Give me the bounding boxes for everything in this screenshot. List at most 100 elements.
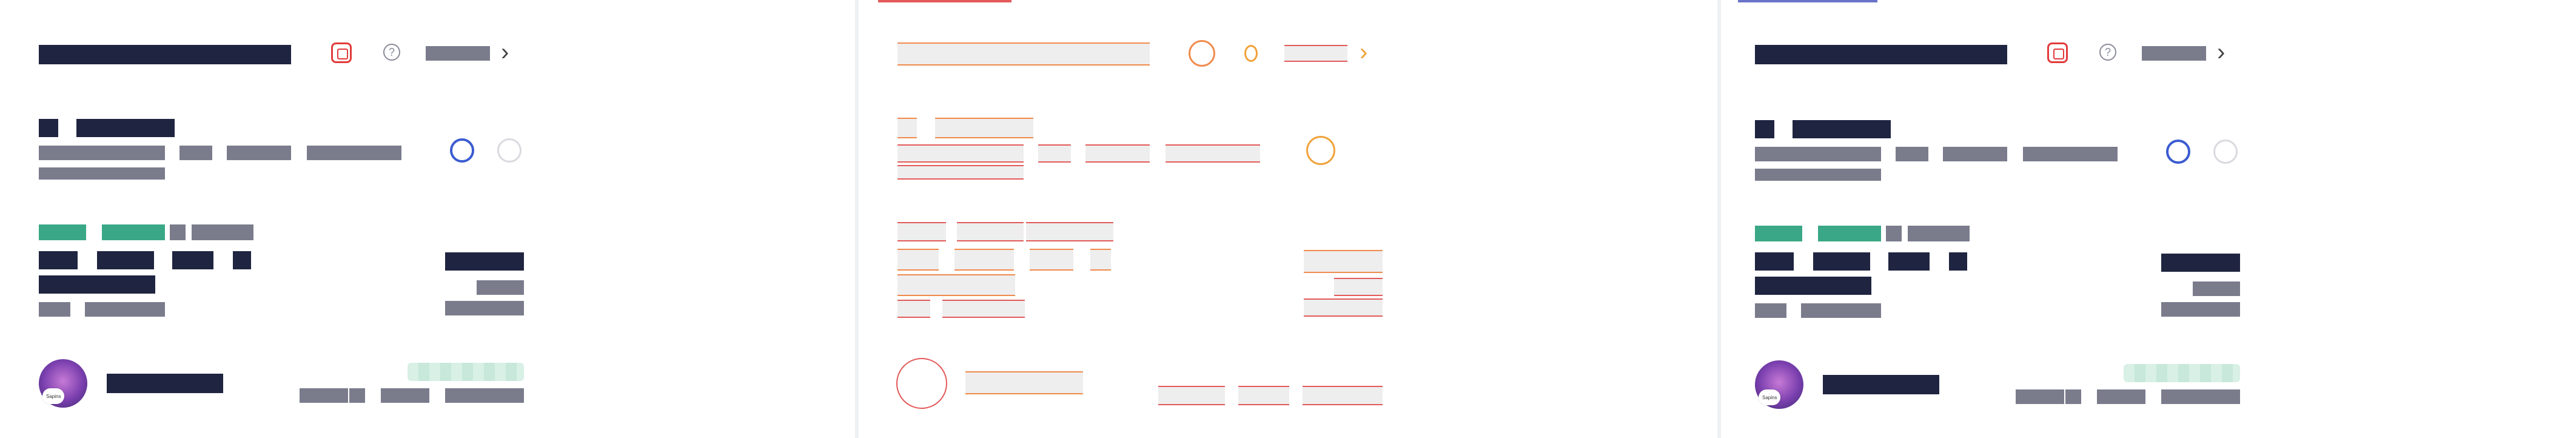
row-tag-redacted bbox=[1755, 120, 1774, 138]
detail-text-redacted bbox=[39, 275, 155, 294]
footer-meta-box bbox=[1238, 386, 1289, 405]
active-tab-indicator bbox=[878, 0, 1011, 2]
detail-text-redacted bbox=[39, 251, 78, 269]
price-meta-redacted bbox=[2161, 302, 2240, 317]
row-meta-redacted bbox=[307, 146, 401, 160]
option-radio-box[interactable] bbox=[1306, 136, 1335, 165]
avatar-box[interactable] bbox=[896, 358, 947, 409]
row-meta-redacted bbox=[39, 146, 165, 160]
footer-meta-redacted bbox=[2016, 389, 2064, 404]
footer-meta-box bbox=[1303, 386, 1383, 405]
option-radio-selected[interactable] bbox=[2166, 140, 2190, 164]
footer-meta-redacted bbox=[349, 388, 365, 403]
left-panel: ? › Sapins bbox=[0, 0, 855, 438]
detail-text-redacted bbox=[233, 251, 251, 269]
stop-icon[interactable] bbox=[2047, 42, 2068, 63]
row-title-redacted bbox=[76, 119, 175, 137]
detail-meta-box bbox=[942, 300, 1025, 318]
row-tag-redacted bbox=[39, 119, 58, 137]
status-badge-redacted bbox=[1818, 226, 1881, 241]
author-name-box bbox=[965, 371, 1083, 394]
tag-pill-redacted bbox=[2124, 364, 2240, 382]
detail-meta-redacted bbox=[39, 302, 70, 317]
detail-text-redacted bbox=[172, 251, 213, 269]
detail-text-box bbox=[1090, 249, 1111, 271]
header-link-box[interactable] bbox=[1284, 45, 1347, 62]
footer-meta-redacted bbox=[445, 388, 524, 403]
header-link-redacted[interactable] bbox=[426, 46, 490, 61]
row-meta-redacted bbox=[1943, 147, 2007, 161]
right-panel: ? › Sapins bbox=[1721, 0, 2576, 438]
price-meta-box bbox=[1304, 298, 1383, 317]
status-meta-redacted bbox=[192, 224, 253, 240]
detail-text-redacted bbox=[1888, 252, 1930, 271]
status-meta-redacted bbox=[170, 224, 186, 240]
footer-meta-redacted bbox=[381, 388, 429, 403]
row-tag-box bbox=[897, 118, 917, 138]
detail-text-redacted bbox=[1813, 252, 1870, 271]
detail-meta-redacted bbox=[85, 302, 165, 317]
detail-text-redacted bbox=[1949, 252, 1967, 271]
detail-meta-box bbox=[897, 300, 930, 318]
price-meta-redacted bbox=[477, 280, 524, 295]
detail-text-box bbox=[1030, 249, 1073, 271]
status-meta-box bbox=[1026, 222, 1113, 241]
detail-text-redacted bbox=[1755, 252, 1794, 271]
status-badge-redacted bbox=[102, 224, 165, 240]
status-badge-redacted bbox=[39, 224, 86, 240]
footer-meta-redacted bbox=[2161, 389, 2240, 404]
help-icon[interactable]: ? bbox=[383, 44, 400, 61]
detail-text-box bbox=[897, 249, 939, 271]
detail-text-redacted bbox=[97, 251, 154, 269]
header-title-redacted bbox=[39, 45, 291, 64]
header-link-redacted[interactable] bbox=[2142, 46, 2206, 61]
tag-pill-redacted bbox=[408, 363, 524, 381]
price-meta-redacted bbox=[2193, 281, 2240, 296]
row-meta-redacted bbox=[1755, 147, 1881, 161]
avatar-badge: Sapins bbox=[42, 388, 65, 404]
detail-text-box bbox=[954, 249, 1014, 271]
status-badge-box bbox=[957, 222, 1024, 241]
avatar-badge: Sapins bbox=[1759, 389, 1781, 405]
author-name-redacted bbox=[1823, 375, 1939, 394]
status-meta-redacted bbox=[1886, 226, 1902, 241]
header-title-redacted bbox=[1755, 45, 2007, 64]
status-badge-redacted bbox=[1755, 226, 1802, 241]
author-name-redacted bbox=[107, 374, 223, 393]
help-icon[interactable]: ? bbox=[2099, 44, 2116, 61]
help-icon[interactable] bbox=[1244, 45, 1258, 62]
status-meta-redacted bbox=[1908, 226, 1970, 241]
option-radio-selected[interactable] bbox=[450, 138, 474, 163]
price-redacted bbox=[2161, 254, 2240, 272]
footer-meta-redacted bbox=[2097, 389, 2145, 404]
detail-meta-redacted bbox=[1755, 303, 1786, 318]
row-meta-redacted bbox=[39, 167, 165, 180]
row-meta-box bbox=[1166, 144, 1260, 163]
price-meta-redacted bbox=[445, 301, 524, 315]
row-meta-redacted bbox=[1755, 169, 1881, 181]
header-title-box bbox=[897, 42, 1150, 66]
price-meta-box bbox=[1334, 278, 1383, 296]
row-meta-box bbox=[1085, 144, 1150, 163]
middle-panel: › bbox=[859, 0, 1717, 438]
stop-icon[interactable] bbox=[1189, 40, 1215, 67]
footer-meta-box bbox=[1158, 386, 1225, 405]
detail-text-redacted bbox=[1755, 277, 1871, 295]
active-tab-indicator bbox=[1738, 0, 1877, 2]
stop-icon[interactable] bbox=[331, 42, 352, 63]
chevron-right-icon[interactable]: › bbox=[2217, 40, 2225, 64]
row-meta-redacted bbox=[227, 146, 291, 160]
status-badge-box bbox=[897, 222, 946, 241]
row-meta-redacted bbox=[179, 146, 212, 160]
footer-meta-redacted bbox=[300, 388, 348, 403]
row-meta-box bbox=[897, 165, 1024, 180]
option-radio-unselected[interactable] bbox=[2213, 140, 2238, 164]
chevron-right-icon[interactable]: › bbox=[501, 40, 509, 64]
row-meta-box bbox=[1038, 144, 1071, 163]
row-meta-redacted bbox=[2023, 147, 2118, 161]
detail-meta-redacted bbox=[1801, 303, 1881, 318]
row-title-box bbox=[935, 118, 1033, 138]
detail-text-box bbox=[897, 274, 1015, 296]
chevron-right-icon[interactable]: › bbox=[1360, 40, 1367, 64]
option-radio-unselected[interactable] bbox=[497, 138, 522, 163]
